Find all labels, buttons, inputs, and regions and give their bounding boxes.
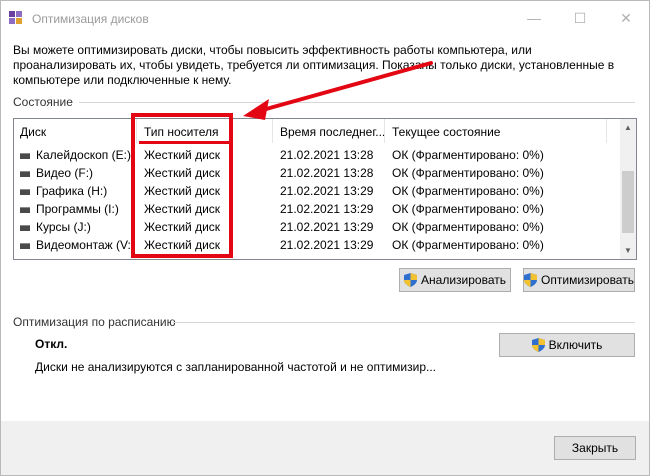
drive-name-cell: Видео (F:) [36, 166, 94, 180]
highlight-underline-annotation [139, 141, 229, 144]
highlight-box-annotation [131, 113, 233, 258]
drive-name-cell: Видеомонтаж (V:) [36, 238, 135, 252]
uac-shield-icon [524, 272, 538, 294]
hard-drive-icon [20, 207, 30, 213]
analyze-button-label: Анализировать [421, 273, 506, 287]
table-row[interactable]: Графика (H:) Жесткий диск 21.02.2021 13:29… [14, 183, 620, 201]
last-run-cell: 21.02.2021 13:29 [280, 238, 374, 252]
drive-name-cell: Графика (H:) [36, 184, 108, 198]
optimize-button[interactable]: Оптимизировать [523, 268, 635, 292]
last-run-cell: 21.02.2021 13:29 [280, 202, 374, 216]
table-row[interactable]: Программы (I:) Жесткий диск 21.02.2021 13:… [14, 201, 620, 219]
hard-drive-icon [20, 153, 30, 159]
current-state-cell: ОК (Фрагментировано: 0%) [392, 202, 544, 216]
column-divider[interactable] [606, 119, 607, 143]
uac-shield-icon [404, 272, 418, 294]
close-dialog-button[interactable]: Закрыть [554, 436, 636, 460]
table-row[interactable]: Видеомонтаж (V:) Жесткий диск 21.02.2021 1… [14, 237, 620, 255]
title-bar[interactable]: Оптимизация дисков — ☐ ✕ [1, 1, 649, 35]
hard-drive-icon [20, 225, 30, 231]
current-state-cell: ОК (Фрагментировано: 0%) [392, 148, 544, 162]
last-run-cell: 21.02.2021 13:29 [280, 220, 374, 234]
schedule-separator [173, 322, 635, 323]
last-run-cell: 21.02.2021 13:28 [280, 148, 374, 162]
drive-name-cell: Курсы (J:) [36, 220, 91, 234]
drive-name-cell: Программы (I:) [36, 202, 119, 216]
table-row[interactable]: Калейдоскоп (E:) Жесткий диск 21.02.2021 1… [14, 147, 620, 165]
scroll-up-icon[interactable]: ▲ [620, 119, 636, 136]
drives-list[interactable]: Диск Тип носителя Время последнег... Тек… [13, 118, 637, 260]
current-state-cell: ОК (Фрагментировано: 0%) [392, 184, 544, 198]
maximize-button[interactable]: ☐ [557, 1, 603, 35]
enable-schedule-button[interactable]: Включить [499, 333, 635, 357]
drive-name-cell: Калейдоскоп (E:) [36, 148, 131, 162]
analyze-button[interactable]: Анализировать [399, 268, 511, 292]
current-state-cell: ОК (Фрагментировано: 0%) [392, 166, 544, 180]
uac-shield-icon [531, 337, 545, 359]
schedule-description: Диски не анализируются с запланированной… [35, 360, 436, 374]
current-state-cell: ОК (Фрагментировано: 0%) [392, 238, 544, 252]
close-button-label: Закрыть [571, 441, 619, 455]
optimize-drives-window: Оптимизация дисков — ☐ ✕ Вы можете оптим… [0, 0, 650, 476]
scroll-down-icon[interactable]: ▼ [620, 242, 636, 259]
column-header-last-run[interactable]: Время последнег... [280, 125, 385, 139]
last-run-cell: 21.02.2021 13:28 [280, 166, 374, 180]
column-divider[interactable] [384, 119, 385, 143]
last-run-cell: 21.02.2021 13:29 [280, 184, 374, 198]
status-section-label: Состояние [13, 95, 73, 109]
table-row[interactable]: Курсы (J:) Жесткий диск 21.02.2021 13:29 ОК… [14, 219, 620, 237]
vertical-scrollbar[interactable]: ▲ ▼ [620, 119, 636, 259]
column-divider[interactable] [272, 119, 273, 143]
enable-button-label: Включить [548, 338, 603, 352]
intro-text: Вы можете оптимизировать диски, чтобы по… [13, 43, 615, 87]
column-header-current-state[interactable]: Текущее состояние [392, 125, 500, 139]
status-separator [79, 102, 635, 103]
list-rows: Калейдоскоп (E:) Жесткий диск 21.02.2021 1… [14, 147, 620, 255]
hard-drive-icon [20, 243, 30, 249]
hard-drive-icon [20, 171, 30, 177]
close-window-button[interactable]: ✕ [603, 1, 649, 35]
scroll-thumb[interactable] [622, 171, 634, 233]
schedule-status: Откл. [35, 337, 68, 351]
schedule-section-label: Оптимизация по расписанию [13, 315, 176, 329]
window-title: Оптимизация дисков [32, 12, 149, 26]
minimize-button[interactable]: — [511, 1, 557, 35]
defrag-app-icon [9, 11, 23, 24]
optimize-button-label: Оптимизировать [541, 273, 634, 287]
column-header-drive[interactable]: Диск [20, 125, 46, 139]
hard-drive-icon [20, 189, 30, 195]
list-header: Диск Тип носителя Время последнег... Тек… [14, 119, 620, 143]
table-row[interactable]: Видео (F:) Жесткий диск 21.02.2021 13:28 ОК… [14, 165, 620, 183]
current-state-cell: ОК (Фрагментировано: 0%) [392, 220, 544, 234]
dialog-footer [1, 421, 649, 475]
